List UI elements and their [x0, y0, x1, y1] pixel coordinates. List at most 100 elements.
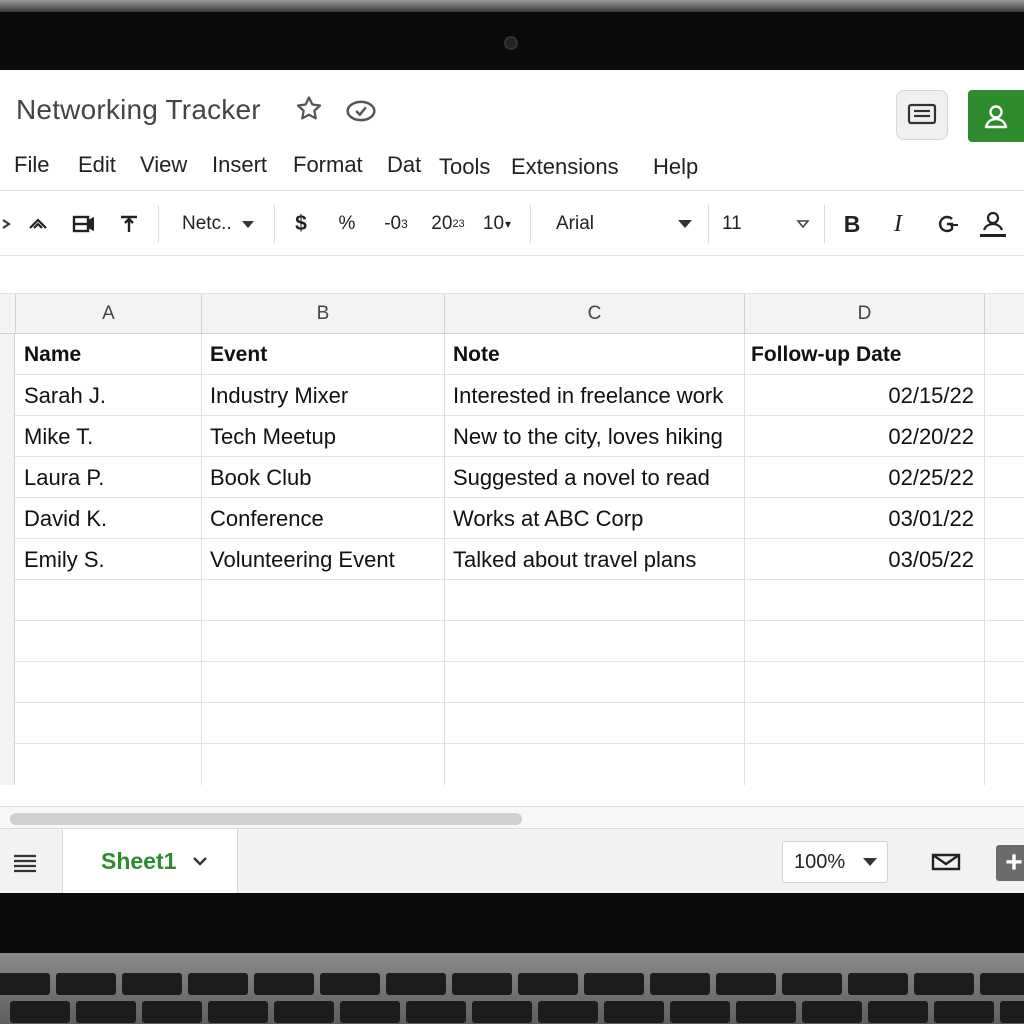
insert-button[interactable]: [70, 209, 98, 239]
cell-name[interactable]: Sarah J.: [16, 375, 202, 416]
sheet-tab-sheet1[interactable]: Sheet1: [62, 829, 238, 893]
more-formats-button[interactable]: 10 ▾: [480, 209, 514, 239]
cell-note[interactable]: Works at ABC Corp: [445, 498, 745, 539]
cell-empty[interactable]: [985, 498, 1024, 539]
menu-file[interactable]: File: [14, 152, 49, 178]
cell-event[interactable]: Book Club: [202, 457, 445, 498]
cell-follow-up-date[interactable]: 02/25/22: [745, 457, 985, 498]
cell-empty[interactable]: [445, 662, 745, 703]
cell-empty[interactable]: [745, 703, 985, 744]
menu-insert[interactable]: Insert: [212, 152, 267, 178]
row-header[interactable]: [0, 703, 15, 744]
percent-button[interactable]: %: [334, 209, 360, 239]
cell-empty[interactable]: [985, 375, 1024, 416]
cell-empty[interactable]: [445, 703, 745, 744]
menu-help[interactable]: Help: [653, 154, 698, 180]
menu-view[interactable]: View: [140, 152, 187, 178]
row-header[interactable]: [0, 375, 15, 416]
cell-header-name[interactable]: Name: [16, 334, 202, 375]
cell-name[interactable]: Mike T.: [16, 416, 202, 457]
chevron-down-icon[interactable]: [192, 855, 208, 867]
cell-follow-up-date[interactable]: 02/20/22: [745, 416, 985, 457]
cell-event[interactable]: Tech Meetup: [202, 416, 445, 457]
cell-empty[interactable]: [985, 416, 1024, 457]
cell-empty[interactable]: [202, 744, 445, 785]
row-header[interactable]: [0, 580, 15, 621]
cell-empty[interactable]: [16, 744, 202, 785]
cell-empty[interactable]: [745, 744, 985, 785]
font-size-dropdown[interactable]: 11: [722, 209, 810, 239]
row-header[interactable]: [0, 334, 15, 375]
cell-empty[interactable]: [16, 580, 202, 621]
cell-header-event[interactable]: Event: [202, 334, 445, 375]
cell-event[interactable]: Industry Mixer: [202, 375, 445, 416]
cell-empty[interactable]: [745, 662, 985, 703]
cell-note[interactable]: Suggested a novel to read: [445, 457, 745, 498]
cell-empty[interactable]: [745, 621, 985, 662]
document-title[interactable]: Networking Tracker: [16, 94, 261, 126]
menu-extensions[interactable]: Extensions: [511, 154, 619, 180]
column-header-e[interactable]: [985, 294, 1024, 334]
cell-event[interactable]: Conference: [202, 498, 445, 539]
cell-header-note[interactable]: Note: [445, 334, 745, 375]
row-header[interactable]: [0, 416, 15, 457]
formula-bar[interactable]: [0, 256, 1024, 294]
number-format-dropdown[interactable]: Netc..: [182, 209, 266, 239]
toolbar-overflow-left[interactable]: [0, 209, 12, 239]
decrease-decimal-button[interactable]: -0 3: [380, 209, 412, 239]
cell-empty[interactable]: [985, 539, 1024, 580]
cell-empty[interactable]: [202, 703, 445, 744]
cell-header-follow-up-date[interactable]: Follow-up Date: [745, 334, 985, 375]
bold-button[interactable]: B: [840, 209, 864, 239]
cell-follow-up-date[interactable]: 02/15/22: [745, 375, 985, 416]
zoom-dropdown[interactable]: 100%: [782, 841, 888, 883]
cell-empty[interactable]: [445, 621, 745, 662]
cell-empty[interactable]: [16, 621, 202, 662]
add-sheet-button[interactable]: +: [996, 845, 1024, 881]
select-all-corner[interactable]: [0, 294, 16, 334]
menu-tools[interactable]: Tools: [439, 154, 490, 180]
cell-empty[interactable]: [16, 662, 202, 703]
row-header[interactable]: [0, 498, 15, 539]
paint-format-button[interactable]: [24, 209, 52, 239]
star-icon[interactable]: [294, 94, 324, 124]
cell-empty[interactable]: [16, 703, 202, 744]
cloud-status-icon[interactable]: [344, 96, 378, 126]
column-header-a[interactable]: A: [16, 294, 202, 334]
all-sheets-icon[interactable]: [10, 847, 40, 877]
row-header[interactable]: [0, 744, 15, 785]
menu-edit[interactable]: Edit: [78, 152, 116, 178]
cell-note[interactable]: Interested in freelance work: [445, 375, 745, 416]
horizontal-scrollbar[interactable]: [0, 806, 1024, 828]
cell-empty[interactable]: [202, 580, 445, 621]
cell-empty[interactable]: [202, 621, 445, 662]
cell-note[interactable]: New to the city, loves hiking: [445, 416, 745, 457]
menu-format[interactable]: Format: [293, 152, 363, 178]
cell-follow-up-date[interactable]: 03/01/22: [745, 498, 985, 539]
row-header[interactable]: [0, 621, 15, 662]
row-header[interactable]: [0, 457, 15, 498]
comments-button[interactable]: [896, 90, 948, 140]
menu-data[interactable]: Dat: [387, 152, 421, 178]
cell-empty[interactable]: [445, 580, 745, 621]
cell-empty[interactable]: [985, 334, 1024, 375]
italic-button[interactable]: I: [886, 209, 910, 239]
column-header-b[interactable]: B: [202, 294, 445, 334]
cell-empty[interactable]: [745, 580, 985, 621]
column-header-d[interactable]: D: [745, 294, 985, 334]
cell-name[interactable]: Laura P.: [16, 457, 202, 498]
share-button[interactable]: [968, 90, 1024, 142]
strikethrough-button[interactable]: [932, 209, 962, 239]
text-format-button[interactable]: [116, 209, 142, 239]
cell-follow-up-date[interactable]: 03/05/22: [745, 539, 985, 580]
explore-icon[interactable]: [930, 847, 962, 877]
cell-empty[interactable]: [985, 457, 1024, 498]
row-header[interactable]: [0, 662, 15, 703]
cell-empty[interactable]: [445, 744, 745, 785]
cell-empty[interactable]: [202, 662, 445, 703]
cell-event[interactable]: Volunteering Event: [202, 539, 445, 580]
currency-button[interactable]: $: [290, 209, 312, 239]
cell-name[interactable]: David K.: [16, 498, 202, 539]
cell-name[interactable]: Emily S.: [16, 539, 202, 580]
font-family-dropdown[interactable]: Arial: [556, 209, 692, 239]
